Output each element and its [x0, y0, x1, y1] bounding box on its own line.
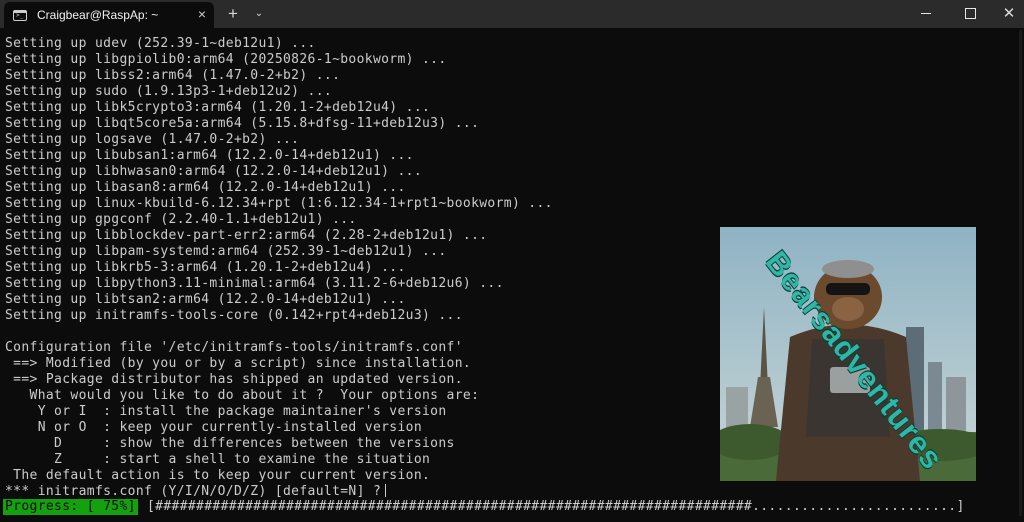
- terminal-icon: >_: [13, 9, 27, 21]
- terminal-line: Y or I : install the package maintainer'…: [5, 404, 447, 419]
- terminal-line: D : show the differences between the ver…: [5, 436, 455, 451]
- terminal-line: Setting up initramfs-tools-core (0.142+r…: [5, 308, 463, 323]
- terminal-line: Configuration file '/etc/initramfs-tools…: [5, 340, 463, 355]
- terminal-line: Setting up libubsan1:arm64 (12.2.0-14+de…: [5, 148, 414, 163]
- terminal-line: ==> Modified (by you or by a script) sin…: [5, 356, 472, 371]
- terminal-line: What would you like to do about it ? You…: [5, 388, 480, 403]
- progress-label: Progress: [ 75%]: [3, 499, 138, 515]
- terminal-line: Setting up libqt5core5a:arm64 (5.15.8+df…: [5, 116, 480, 131]
- prompt-text: *** initramfs.conf (Y/I/N/O/D/Z) [defaul…: [5, 484, 382, 499]
- terminal-line: Setting up libhwasan0:arm64 (12.2.0-14+d…: [5, 164, 423, 179]
- chevron-down-icon[interactable]: ⌄: [252, 3, 266, 25]
- terminal-line: Setting up libgpiolib0:arm64 (20250826-1…: [5, 52, 447, 67]
- progress-bar: [#######################################…: [147, 499, 965, 514]
- text-cursor: [385, 484, 387, 497]
- terminal-tab[interactable]: >_ Craigbear@RaspAp: ~ ×: [4, 2, 214, 28]
- scrollbar[interactable]: [1019, 30, 1022, 516]
- terminal-line: Setting up sudo (1.9.13p3-1+deb12u2) ...: [5, 84, 333, 99]
- terminal-line: Setting up libasan8:arm64 (12.2.0-14+deb…: [5, 180, 406, 195]
- terminal-line: Setting up linux-kbuild-6.12.34+rpt (1:6…: [5, 196, 553, 211]
- maximize-icon: [965, 8, 976, 19]
- close-window-button[interactable]: ✕: [998, 3, 1020, 25]
- minimize-button[interactable]: [912, 3, 940, 25]
- new-tab-button[interactable]: +: [224, 3, 242, 25]
- terminal-line: Setting up libkrb5-3:arm64 (1.20.1-2+deb…: [5, 260, 406, 275]
- close-tab-icon[interactable]: ×: [198, 7, 206, 21]
- terminal-line: Setting up udev (252.39-1~deb12u1) ...: [5, 36, 316, 51]
- terminal-line: Setting up logsave (1.47.0-2+b2) ...: [5, 132, 300, 147]
- terminal-line: Setting up libblockdev-part-err2:arm64 (…: [5, 228, 488, 243]
- prompt-line[interactable]: *** initramfs.conf (Y/I/N/O/D/Z) [defaul…: [5, 484, 387, 500]
- minimize-icon: [921, 13, 931, 14]
- terminal-line: Setting up libtsan2:arm64 (12.2.0-14+deb…: [5, 292, 406, 307]
- terminal-line: Setting up gpgconf (2.2.40-1.1+deb12u1) …: [5, 212, 357, 227]
- tab-title: Craigbear@RaspAp: ~: [37, 8, 159, 22]
- terminal-line: ==> Package distributor has shipped an u…: [5, 372, 463, 387]
- title-bar: >_ Craigbear@RaspAp: ~ × + ⌄ ✕: [0, 0, 1024, 28]
- terminal-line: N or O : keep your currently-installed v…: [5, 420, 423, 435]
- terminal-line: Setting up libpam-systemd:arm64 (252.39-…: [5, 244, 447, 259]
- terminal-line: Setting up libk5crypto3:arm64 (1.20.1-2+…: [5, 100, 431, 115]
- terminal-line: Z : start a shell to examine the situati…: [5, 452, 431, 467]
- terminal-line: Setting up libss2:arm64 (1.47.0-2+b2) ..…: [5, 68, 341, 83]
- terminal-line: The default action is to keep your curre…: [5, 468, 431, 483]
- maximize-button[interactable]: [956, 3, 984, 25]
- terminal-line: Setting up libpython3.11-minimal:arm64 (…: [5, 276, 504, 291]
